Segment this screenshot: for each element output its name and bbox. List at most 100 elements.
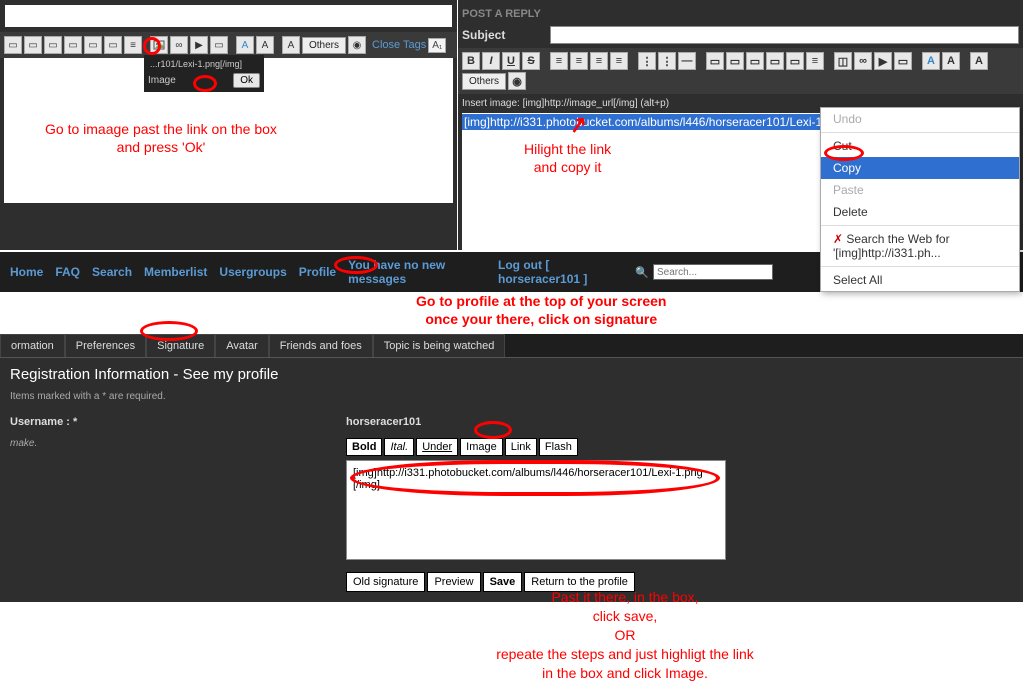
tb-icon[interactable]: ≡ [124, 36, 142, 54]
tb-icon[interactable]: ▭ [706, 52, 724, 70]
tb-icon[interactable]: ≡ [806, 52, 824, 70]
tb-icon[interactable]: ▶ [190, 36, 208, 54]
annotation-circle [334, 256, 378, 274]
tb-icon[interactable]: ▭ [104, 36, 122, 54]
sig-link[interactable]: Link [505, 438, 537, 456]
bold-button[interactable]: B [462, 52, 480, 70]
annotation-text: Hilight the link and copy it [524, 140, 611, 176]
tb-icon[interactable]: A [236, 36, 254, 54]
tb-icon[interactable]: ▭ [210, 36, 228, 54]
tb-icon[interactable]: ▭ [4, 36, 22, 54]
tb-icon[interactable]: ▭ [766, 52, 784, 70]
section-title: Registration Information - See my profil… [10, 366, 1013, 383]
tb-icon[interactable]: A [282, 36, 300, 54]
others-button[interactable]: Others [462, 73, 506, 90]
close-tags-link[interactable]: Close Tags [372, 39, 426, 51]
ok-button[interactable]: Ok [233, 73, 260, 88]
strike-button[interactable]: S [522, 52, 540, 70]
tb-icon[interactable]: ▭ [24, 36, 42, 54]
separator [821, 132, 1019, 133]
separator [821, 266, 1019, 267]
tab-avatar[interactable]: Avatar [215, 334, 269, 357]
tb-icon[interactable]: ▭ [84, 36, 102, 54]
char-button[interactable]: A₁ [428, 38, 446, 53]
ctx-search-web[interactable]: ✗ Search the Web for '[img]http://i331.p… [821, 228, 1019, 264]
subject-input[interactable] [5, 5, 452, 27]
link-icon[interactable]: ∞ [854, 52, 872, 70]
sig-underline[interactable]: Under [416, 438, 458, 456]
tab-friends[interactable]: Friends and foes [269, 334, 373, 357]
subject-input[interactable] [550, 26, 1019, 44]
tb-icon[interactable]: ≡ [590, 52, 608, 70]
annotation-circle [193, 75, 217, 92]
post-reply-title: POST A REPLY [458, 0, 1023, 22]
nav-home[interactable]: Home [10, 265, 43, 279]
tb-icon[interactable]: ▭ [786, 52, 804, 70]
tb-icon[interactable]: ▭ [64, 36, 82, 54]
sig-image[interactable]: Image [460, 438, 503, 456]
tb-icon[interactable]: ▭ [44, 36, 62, 54]
context-menu: Undo Cut Copy Paste Delete ✗ Search the … [820, 107, 1020, 292]
popup-label: Image [148, 75, 176, 86]
italic-button[interactable]: I [482, 52, 500, 70]
selected-text[interactable]: [img]http://i331.photobucket.com/albums/… [462, 114, 877, 130]
image-icon[interactable]: ◫ [834, 52, 852, 70]
nav-usergroups[interactable]: Usergroups [219, 265, 286, 279]
nav-faq[interactable]: FAQ [55, 265, 80, 279]
annotation-text: Past it there, in the box, click save, O… [465, 588, 785, 682]
sig-flash[interactable]: Flash [539, 438, 578, 456]
ctx-undo: Undo [821, 108, 1019, 130]
tb-icon[interactable]: ≡ [570, 52, 588, 70]
annotation-circle [143, 37, 161, 55]
sig-bold[interactable]: Bold [346, 438, 382, 456]
tb-icon[interactable]: A [942, 52, 960, 70]
old-signature-button[interactable]: Old signature [346, 572, 425, 592]
annotation-circle [350, 460, 720, 496]
sig-italic[interactable]: Ital. [384, 438, 414, 456]
others-button[interactable]: Others [302, 37, 346, 54]
tb-icon[interactable]: ▭ [894, 52, 912, 70]
search-icon: 🔍 [635, 266, 649, 279]
username-label: Username : * [10, 416, 346, 428]
tb-icon[interactable]: ◉ [508, 72, 526, 90]
tb-icon[interactable]: ≡ [610, 52, 628, 70]
ctx-select-all[interactable]: Select All [821, 269, 1019, 291]
annotation-circle [824, 145, 864, 161]
nav-logout[interactable]: Log out [ horseracer101 ] [498, 258, 623, 286]
annotation-text: Go to profile at the top of your screen … [416, 292, 666, 328]
tab-preferences[interactable]: Preferences [65, 334, 146, 357]
tb-icon[interactable]: ▶ [874, 52, 892, 70]
sig-toolbar: Bold Ital. Under Image Link Flash [346, 438, 726, 456]
tb-icon[interactable]: ⋮ [658, 52, 676, 70]
popup-url-text: ...r101/Lexi-1.png[/img] [146, 57, 262, 71]
tb-icon[interactable]: ⋮ [638, 52, 656, 70]
tb-icon[interactable]: A [970, 52, 988, 70]
subject-label: Subject [462, 28, 542, 42]
tb-icon[interactable]: A [256, 36, 274, 54]
tb-icon[interactable]: ∞ [170, 36, 188, 54]
registration-section: Registration Information - See my profil… [0, 358, 1023, 410]
underline-button[interactable]: U [502, 52, 520, 70]
tab-watched[interactable]: Topic is being watched [373, 334, 506, 357]
tb-icon[interactable]: ≡ [550, 52, 568, 70]
sig-desc: make. [10, 438, 346, 592]
required-note: Items marked with a * are required. [10, 391, 1013, 402]
tb-icon[interactable]: A [922, 52, 940, 70]
nav-profile[interactable]: Profile [299, 265, 336, 279]
username-value: horseracer101 [346, 416, 421, 428]
nav-memberlist[interactable]: Memberlist [144, 265, 207, 279]
tb-icon[interactable]: ― [678, 52, 696, 70]
format-toolbar: B I U S ≡ ≡ ≡ ≡ ⋮ ⋮ ― ▭ ▭ ▭ ▭ ▭ ≡ ◫ ∞ ▶ … [458, 48, 1023, 94]
annotation-text: Go to imaage past the link on the box an… [45, 120, 277, 156]
tb-icon[interactable]: ▭ [746, 52, 764, 70]
annotation-circle [474, 421, 512, 439]
tab-information[interactable]: ormation [0, 334, 65, 357]
ctx-paste: Paste [821, 179, 1019, 201]
nav-search[interactable]: Search [92, 265, 132, 279]
annotation-circle [140, 321, 198, 341]
tb-icon[interactable]: ◉ [348, 36, 366, 54]
search-input[interactable] [653, 264, 773, 280]
tb-icon[interactable]: ▭ [726, 52, 744, 70]
ctx-delete[interactable]: Delete [821, 201, 1019, 223]
separator [821, 225, 1019, 226]
